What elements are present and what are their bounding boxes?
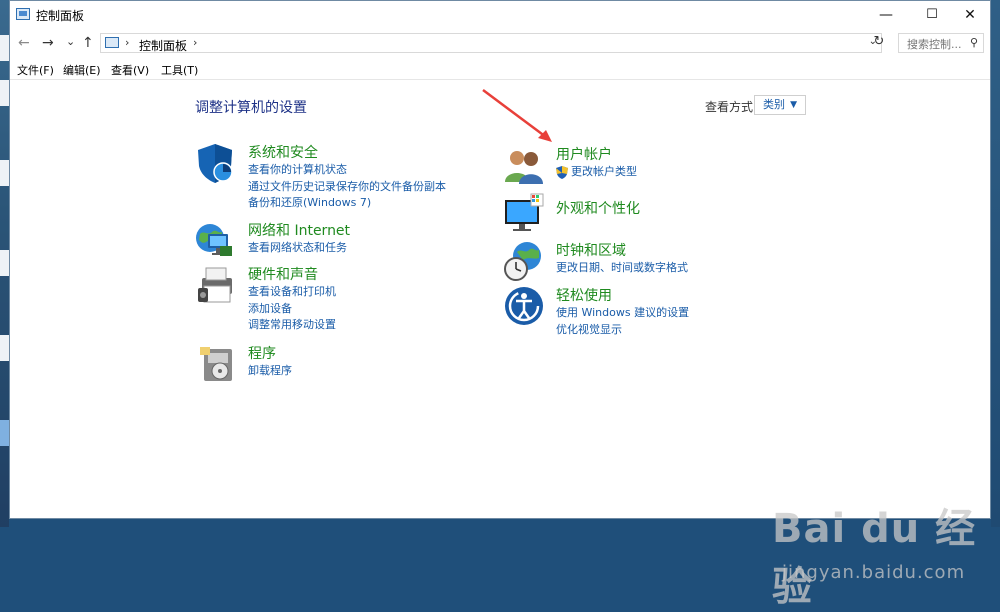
watermark-brand: Bai du 经验	[772, 506, 977, 610]
forward-button[interactable]: →	[42, 35, 54, 51]
link-backup-restore[interactable]: 备份和还原(Windows 7)	[248, 195, 446, 212]
refresh-button[interactable]: ↻	[870, 34, 888, 52]
view-by-label: 查看方式:	[705, 100, 758, 114]
menu-tools[interactable]: 工具(T)	[161, 62, 198, 78]
up-button[interactable]: ↑	[82, 35, 94, 51]
search-input[interactable]	[905, 35, 971, 53]
control-panel-icon	[105, 37, 119, 48]
globe-network-icon[interactable]	[194, 220, 236, 262]
close-button[interactable]: ✕	[947, 1, 993, 29]
link-file-history-backup[interactable]: 通过文件历史记录保存你的文件备份副本	[248, 179, 446, 196]
main-content: 调整计算机的设置 查看方式: 类别 ▼ 系统和安全 查看你的计算机状态 通过文件…	[10, 80, 990, 610]
control-panel-window: 控制面板 — ☐ ✕ ← → ⌄ ↑ › 控制面板 › ⌄ ↻ ⚲ 文件(F) …	[9, 0, 991, 610]
appearance-icon[interactable]	[503, 192, 545, 234]
desktop-left-strip	[0, 0, 10, 527]
menu-bar: 文件(F) 编辑(E) 查看(V) 工具(T)	[10, 59, 990, 79]
red-arrow-annotation	[482, 88, 552, 142]
title-bar[interactable]: 控制面板 — ☐ ✕	[10, 1, 990, 29]
recent-locations-button[interactable]: ⌄	[66, 35, 75, 48]
watermark-url: jingyan.baidu.com	[782, 562, 966, 583]
menu-edit[interactable]: 编辑(E)	[63, 62, 101, 78]
category-title[interactable]: 外观和个性化	[556, 198, 640, 218]
search-icon[interactable]: ⚲	[970, 36, 978, 49]
address-bar[interactable]: › 控制面板 › ⌄	[100, 33, 882, 53]
view-by-dropdown[interactable]: 类别 ▼	[754, 95, 806, 115]
users-icon[interactable]	[503, 144, 545, 186]
category-title[interactable]: 用户帐户	[556, 144, 637, 164]
clock-globe-icon[interactable]	[503, 240, 545, 282]
menu-view[interactable]: 查看(V)	[111, 62, 149, 78]
minimize-button[interactable]: —	[863, 1, 909, 29]
link-change-account-type[interactable]: 更改帐户类型	[571, 165, 637, 178]
menu-file[interactable]: 文件(F)	[17, 62, 54, 78]
control-panel-icon	[16, 8, 30, 20]
category-title[interactable]: 轻松使用	[556, 285, 689, 305]
link-network-status[interactable]: 查看网络状态和任务	[248, 240, 350, 257]
window-title: 控制面板	[36, 9, 85, 23]
back-button[interactable]: ←	[18, 35, 30, 51]
link-view-computer-status[interactable]: 查看你的计算机状态	[248, 162, 446, 179]
baidu-watermark: Bai du 经验 jingyan.baidu.com	[768, 490, 978, 610]
breadcrumb-separator[interactable]: ›	[125, 36, 129, 49]
link-devices-printers[interactable]: 查看设备和打印机	[248, 284, 336, 301]
link-change-date-time-format[interactable]: 更改日期、时间或数字格式	[556, 260, 688, 277]
programs-icon[interactable]	[198, 343, 240, 385]
page-title: 调整计算机的设置	[195, 100, 307, 116]
category-title[interactable]: 网络和 Internet	[248, 220, 350, 240]
desktop-right-strip	[991, 0, 1000, 527]
shield-icon[interactable]	[194, 142, 236, 184]
category-title[interactable]: 硬件和声音	[248, 264, 336, 284]
uac-shield-icon	[556, 166, 568, 179]
ease-of-access-icon[interactable]	[503, 285, 545, 327]
view-by-value: 类别	[763, 98, 785, 111]
printer-icon[interactable]	[194, 264, 236, 306]
link-add-device[interactable]: 添加设备	[248, 301, 336, 318]
category-title[interactable]: 时钟和区域	[556, 240, 688, 260]
address-row: ← → ⌄ ↑ › 控制面板 › ⌄ ↻ ⚲	[10, 31, 990, 57]
link-mobility-settings[interactable]: 调整常用移动设置	[248, 317, 336, 334]
category-title[interactable]: 程序	[248, 343, 292, 363]
chevron-down-icon: ▼	[790, 100, 797, 110]
link-uninstall-program[interactable]: 卸载程序	[248, 363, 292, 380]
breadcrumb-control-panel[interactable]: 控制面板	[139, 37, 187, 54]
search-box[interactable]: ⚲	[898, 33, 984, 53]
breadcrumb-separator[interactable]: ›	[193, 36, 197, 49]
link-recommended-settings[interactable]: 使用 Windows 建议的设置	[556, 305, 689, 322]
link-optimize-visual-display[interactable]: 优化视觉显示	[556, 322, 689, 339]
category-title[interactable]: 系统和安全	[248, 142, 446, 162]
